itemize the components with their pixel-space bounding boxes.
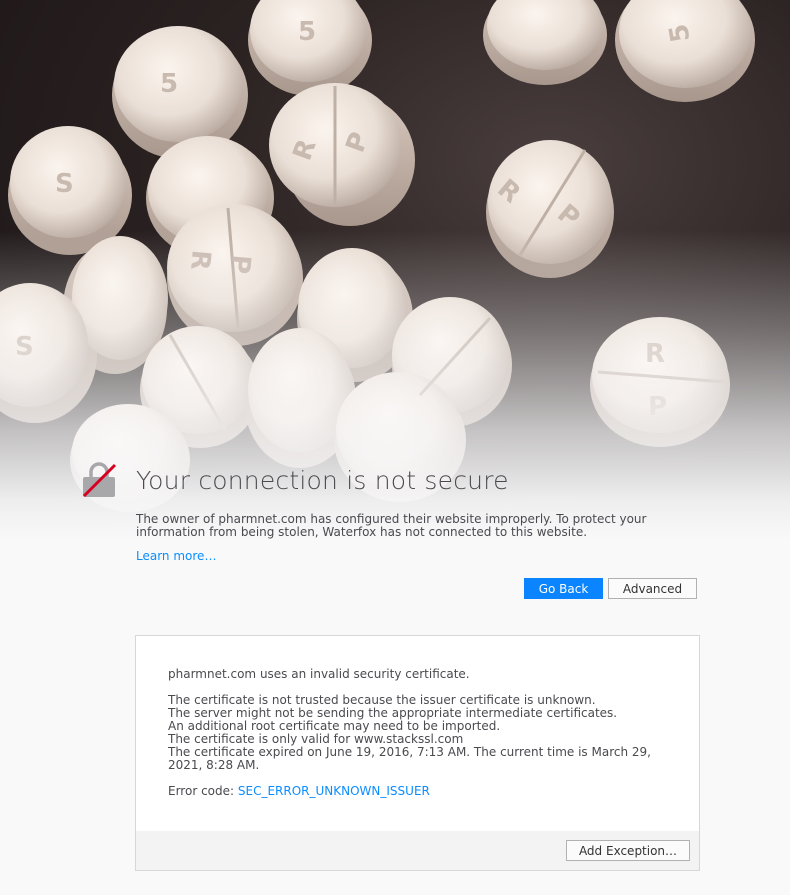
background-image: R P R P R P R P S 5 5 5 S [0,0,790,540]
learn-more-link[interactable]: Learn more… [136,549,216,563]
page-title: Your connection is not secure [136,465,509,495]
certificate-detail: The certificate expired on June 19, 2016… [168,745,651,772]
background-fade [0,0,790,540]
go-back-button[interactable]: Go Back [524,578,603,599]
certificate-intro: pharmnet.com uses an invalid security ce… [168,667,470,681]
add-exception-button[interactable]: Add Exception… [566,840,690,861]
advanced-button[interactable]: Advanced [608,578,697,599]
advanced-panel-body: pharmnet.com uses an invalid security ce… [168,668,668,798]
error-title-row: Your connection is not secure [80,460,509,500]
error-code-label: Error code: [168,784,238,798]
advanced-panel-footer: Add Exception… [136,831,699,870]
error-description: The owner of pharmnet.com has configured… [136,512,647,539]
error-code-link[interactable]: SEC_ERROR_UNKNOWN_ISSUER [238,784,430,798]
broken-lock-icon [80,461,118,499]
error-code-line: Error code: SEC_ERROR_UNKNOWN_ISSUER [168,785,668,798]
advanced-panel: pharmnet.com uses an invalid security ce… [135,635,700,871]
